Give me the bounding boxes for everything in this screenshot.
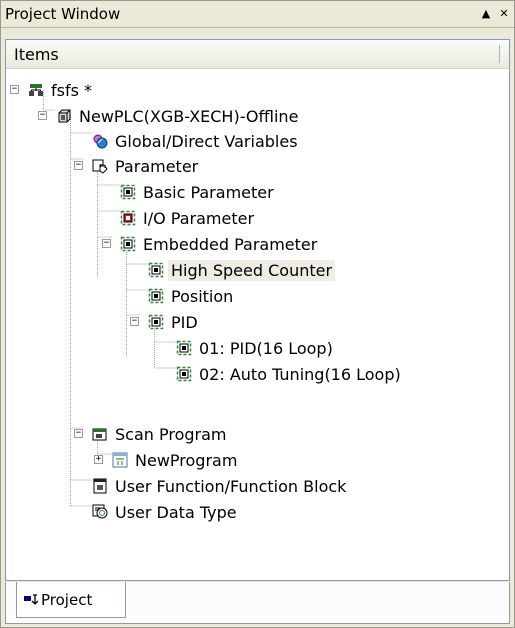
- tree-item-label: Parameter: [115, 156, 199, 176]
- scan-program-icon: [92, 428, 107, 441]
- tree-item[interactable]: Scan Program: [92, 422, 230, 446]
- tree-item[interactable]: User Function/Function Block: [92, 474, 349, 498]
- global-variables-icon: [93, 134, 108, 149]
- tree-item-label: 01: PID(16 Loop): [199, 338, 333, 358]
- tab-project[interactable]: Project: [16, 582, 126, 618]
- basic-parameter-icon: [120, 184, 136, 200]
- tree-expander[interactable]: −: [102, 239, 111, 248]
- user-function-icon: [93, 478, 107, 494]
- tree-item[interactable]: Position: [148, 284, 236, 308]
- tree-item[interactable]: NewProgram: [112, 448, 240, 472]
- embedded-parameter-icon: [120, 236, 136, 252]
- pid-loop-icon: [176, 340, 192, 356]
- pid-icon: [148, 314, 164, 330]
- position-icon: [148, 288, 164, 304]
- items-column-label: Items: [14, 44, 59, 64]
- tab-project-label: Project: [41, 590, 93, 609]
- tree-item-label: Basic Parameter: [143, 182, 274, 202]
- close-icon[interactable]: ✕: [496, 6, 512, 22]
- program-icon: [112, 452, 128, 468]
- tree-item[interactable]: 01: PID(16 Loop): [176, 336, 336, 360]
- tree-item[interactable]: User Data Type: [92, 500, 240, 524]
- tree-item-label: Position: [171, 286, 234, 306]
- tree-item[interactable]: 02: Auto Tuning(16 Loop): [176, 362, 404, 386]
- tree-item[interactable]: Parameter: [92, 154, 201, 178]
- tree-item-label: PID: [171, 312, 198, 332]
- tree-item[interactable]: fsfs *: [28, 78, 95, 102]
- tree-item-label: Global/Direct Variables: [115, 131, 298, 151]
- window-title: Project Window: [5, 5, 121, 23]
- tree-item[interactable]: High Speed Counter: [148, 258, 336, 282]
- tree-item-label: User Data Type: [115, 502, 237, 522]
- tree-item-label: NewPLC(XGB-XECH)-Offline: [79, 106, 299, 126]
- project-network-icon: [29, 84, 43, 96]
- tree-item[interactable]: I/O Parameter: [120, 206, 257, 230]
- io-parameter-icon: [120, 210, 136, 226]
- tree-item[interactable]: Global/Direct Variables: [92, 129, 301, 153]
- tree-expander[interactable]: −: [130, 317, 139, 326]
- tree-item-label: NewProgram: [135, 450, 238, 470]
- tree-item-label: 02: Auto Tuning(16 Loop): [199, 364, 401, 384]
- tree-item-label: High Speed Counter: [168, 259, 336, 281]
- tree-item[interactable]: Embedded Parameter: [120, 232, 320, 256]
- tree-item-label: Embedded Parameter: [143, 234, 318, 254]
- high-speed-counter-icon: [148, 262, 164, 278]
- project-tree: − fsfs * − NewPLC(XGB-XECH)-Offline Global/D…: [6, 72, 509, 580]
- window-tabbar: Project: [5, 582, 510, 624]
- project-tree-panel: Items − fsfs * − NewPLC(XGB-XECH)-Offlin…: [5, 39, 510, 581]
- tree-item-label: fsfs *: [51, 80, 93, 100]
- tree-item[interactable]: NewPLC(XGB-XECH)-Offline: [56, 104, 301, 128]
- plc-cpu-icon: [58, 109, 71, 123]
- auto-tuning-icon: [176, 366, 192, 382]
- pin-icon[interactable]: ▲: [478, 6, 494, 22]
- tree-expander[interactable]: −: [38, 111, 47, 120]
- tree-item-label: User Function/Function Block: [115, 476, 347, 496]
- project-window: Project Window ▲ ✕ Items − fsfs * − NewP…: [0, 0, 515, 628]
- tree-expander[interactable]: −: [10, 85, 19, 94]
- tree-item-label: Scan Program: [115, 424, 227, 444]
- tree-item[interactable]: Basic Parameter: [120, 180, 277, 204]
- user-data-type-icon: [92, 504, 108, 519]
- project-tab-icon: [24, 593, 39, 605]
- tree-expander[interactable]: −: [74, 429, 83, 438]
- items-column-header[interactable]: Items: [6, 40, 509, 69]
- column-separator[interactable]: [499, 45, 503, 63]
- parameter-folder-icon: [92, 159, 108, 174]
- tree-expander[interactable]: +: [94, 455, 103, 464]
- window-titlebar[interactable]: Project Window ▲ ✕: [1, 1, 514, 28]
- tree-item[interactable]: PID: [148, 310, 201, 334]
- tree-item-label: I/O Parameter: [143, 208, 255, 228]
- tree-expander[interactable]: −: [74, 161, 83, 170]
